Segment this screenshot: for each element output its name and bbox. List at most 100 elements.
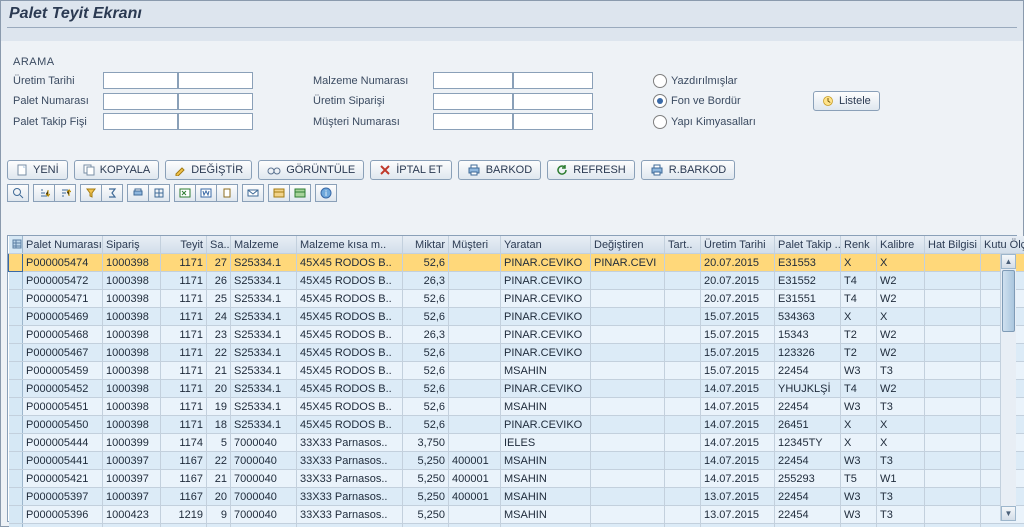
col-musteri[interactable]: Müşteri <box>449 236 501 254</box>
alv-filter-button[interactable] <box>80 184 102 202</box>
col-uretim-tarihi[interactable]: Üretim Tarihi <box>701 236 775 254</box>
grid[interactable]: Palet Numarası Sipariş Teyit Sa... Malze… <box>8 236 1024 527</box>
col-renk[interactable]: Renk <box>841 236 877 254</box>
scroll-down-arrow-icon[interactable]: ▼ <box>1001 506 1016 521</box>
table-row[interactable]: P0000054521000398117120S25334.145X45 ROD… <box>9 380 1024 398</box>
alv-print-button[interactable] <box>127 184 149 202</box>
row-handle[interactable] <box>9 254 23 272</box>
table-row[interactable]: P0000054681000398117123S25334.145X45 ROD… <box>9 326 1024 344</box>
col-yaratan[interactable]: Yaratan <box>501 236 591 254</box>
col-malzeme-kisa[interactable]: Malzeme kısa m.. <box>297 236 403 254</box>
table-row[interactable]: P0000054691000398117124S25334.145X45 ROD… <box>9 308 1024 326</box>
table-row[interactable]: P0000054211000397116721700004033X33 Parn… <box>9 470 1024 488</box>
alv-sort-desc-button[interactable] <box>54 184 76 202</box>
row-handle[interactable] <box>9 344 23 362</box>
cell: PINAR.CEVIKO <box>501 254 591 272</box>
alv-sum-button[interactable] <box>101 184 123 202</box>
table-row[interactable]: P0000054671000398117122S25334.145X45 ROD… <box>9 344 1024 362</box>
table-row[interactable]: P0000054511000398117119S25334.145X45 ROD… <box>9 398 1024 416</box>
row-handle[interactable] <box>9 434 23 452</box>
col-teyit[interactable]: Teyit <box>161 236 207 254</box>
row-handle[interactable] <box>9 470 23 488</box>
input-musteri-numarasi-from[interactable] <box>433 113 513 130</box>
alv-word-button[interactable] <box>195 184 217 202</box>
vertical-scrollbar[interactable]: ▲ ▼ <box>1000 254 1016 521</box>
input-musteri-numarasi-to[interactable] <box>513 113 593 130</box>
col-siparis[interactable]: Sipariş <box>103 236 161 254</box>
row-handle[interactable] <box>9 452 23 470</box>
row-handle[interactable] <box>9 272 23 290</box>
barkod-button[interactable]: BARKOD <box>458 160 541 180</box>
row-handle[interactable] <box>9 416 23 434</box>
col-kalibre[interactable]: Kalibre <box>877 236 925 254</box>
table-row[interactable]: P0000054591000398117121S25334.145X45 ROD… <box>9 362 1024 380</box>
table-row[interactable]: P000005395100042312198700004033X33 Parna… <box>9 524 1024 527</box>
cell: W1 <box>877 470 925 488</box>
table-row[interactable]: P0000054711000398117125S25334.145X45 ROD… <box>9 290 1024 308</box>
col-sa[interactable]: Sa... <box>207 236 231 254</box>
input-palet-numarasi-from[interactable] <box>103 93 178 110</box>
col-palet-takip[interactable]: Palet Takip .. <box>775 236 841 254</box>
input-malzeme-numarasi-from[interactable] <box>433 72 513 89</box>
row-handle[interactable] <box>9 380 23 398</box>
yeni-button[interactable]: YENİ <box>7 160 68 180</box>
cell: 7000040 <box>231 434 297 452</box>
row-handle[interactable] <box>9 308 23 326</box>
refresh-button[interactable]: REFRESH <box>547 160 635 180</box>
input-uretim-siparisi-from[interactable] <box>433 93 513 110</box>
table-row[interactable]: P0000054741000398117127S25334.145X45 ROD… <box>9 254 1024 272</box>
input-uretim-tarihi-to[interactable] <box>178 72 253 89</box>
table-row[interactable]: P0000054411000397116722700004033X33 Parn… <box>9 452 1024 470</box>
alv-mail-button[interactable] <box>242 184 264 202</box>
alv-layout-button[interactable] <box>268 184 290 202</box>
col-hat-bilgisi[interactable]: Hat Bilgisi <box>925 236 981 254</box>
alv-details-button[interactable] <box>7 184 29 202</box>
cell <box>591 434 665 452</box>
iptal-et-button[interactable]: İPTAL ET <box>370 160 451 180</box>
radio-yapi-kimyasallari[interactable]: Yapı Kimyasalları <box>653 115 783 129</box>
alv-info-button[interactable]: i <box>315 184 337 202</box>
table-row[interactable]: P000005444100039911745700004033X33 Parna… <box>9 434 1024 452</box>
alv-view-button[interactable] <box>148 184 170 202</box>
table-row[interactable]: P0000054721000398117126S25334.145X45 ROD… <box>9 272 1024 290</box>
cell: S25334.1 <box>231 308 297 326</box>
alv-localfile-button[interactable] <box>216 184 238 202</box>
alv-export-button[interactable] <box>174 184 196 202</box>
radio-yazdirilmislar[interactable]: Yazdırılmışlar <box>653 74 783 88</box>
col-palet-numarasi[interactable]: Palet Numarası <box>23 236 103 254</box>
kopyala-button[interactable]: KOPYALA <box>74 160 160 180</box>
cell: 7000040 <box>231 506 297 524</box>
goruntule-button[interactable]: GÖRÜNTÜLE <box>258 160 364 180</box>
alv-layout-save-button[interactable] <box>289 184 311 202</box>
select-all-handle[interactable] <box>9 236 23 254</box>
input-uretim-siparisi-to[interactable] <box>513 93 593 110</box>
rbarkod-button[interactable]: R.BARKOD <box>641 160 735 180</box>
input-palet-takip-fisi-to[interactable] <box>178 113 253 130</box>
col-kutu-olcusu[interactable]: Kutu Ölçüsü <box>981 236 1024 254</box>
col-miktar[interactable]: Miktar <box>403 236 449 254</box>
input-palet-numarasi-to[interactable] <box>178 93 253 110</box>
col-degistiren[interactable]: Değiştiren <box>591 236 665 254</box>
table-row[interactable]: P0000054501000398117118S25334.145X45 ROD… <box>9 416 1024 434</box>
radio-fon-ve-bordur[interactable]: Fon ve Bordür <box>653 94 783 108</box>
scrollbar-thumb[interactable] <box>1002 270 1015 332</box>
row-handle[interactable] <box>9 290 23 308</box>
scroll-up-arrow-icon[interactable]: ▲ <box>1001 254 1016 269</box>
col-malzeme[interactable]: Malzeme <box>231 236 297 254</box>
input-uretim-tarihi-from[interactable] <box>103 72 178 89</box>
row-handle[interactable] <box>9 398 23 416</box>
row-handle[interactable] <box>9 362 23 380</box>
table-row[interactable]: P000005396100042312199700004033X33 Parna… <box>9 506 1024 524</box>
degistir-button[interactable]: DEĞİŞTİR <box>165 160 252 180</box>
row-handle[interactable] <box>9 326 23 344</box>
cell <box>925 416 981 434</box>
col-tart[interactable]: Tart.. <box>665 236 701 254</box>
input-palet-takip-fisi-from[interactable] <box>103 113 178 130</box>
table-row[interactable]: P0000053971000397116720700004033X33 Parn… <box>9 488 1024 506</box>
alv-sort-asc-button[interactable] <box>33 184 55 202</box>
input-malzeme-numarasi-to[interactable] <box>513 72 593 89</box>
listele-button[interactable]: Listele <box>813 91 880 111</box>
row-handle[interactable] <box>9 524 23 527</box>
row-handle[interactable] <box>9 506 23 524</box>
row-handle[interactable] <box>9 488 23 506</box>
